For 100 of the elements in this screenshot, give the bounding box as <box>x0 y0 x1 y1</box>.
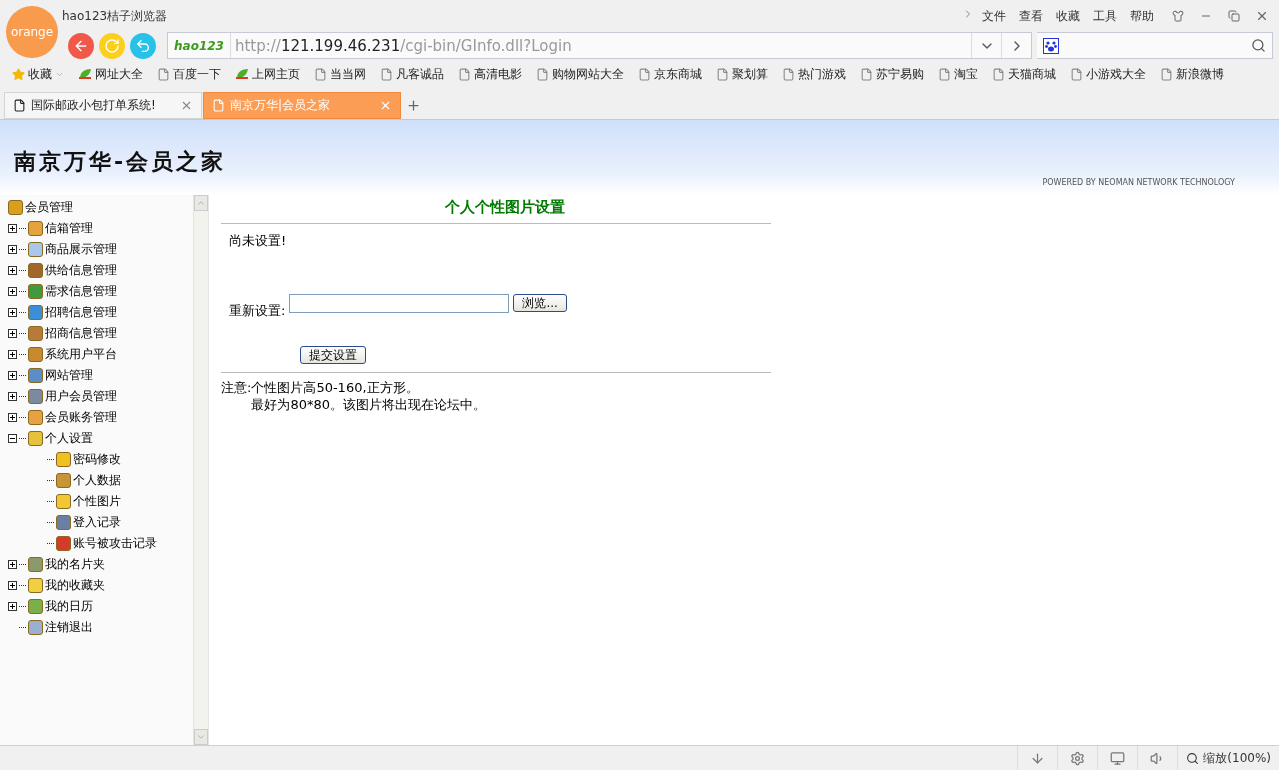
menu-item[interactable]: 帮助 <box>1130 8 1154 25</box>
browse-button[interactable]: 浏览... <box>513 294 567 312</box>
menu-item-icon <box>56 515 71 530</box>
chevron-up-icon <box>196 198 206 208</box>
tree-item[interactable]: 供给信息管理 <box>45 262 117 279</box>
tree-item[interactable]: 系统用户平台 <box>45 346 117 363</box>
tree-item[interactable]: 个人设置 <box>45 430 93 447</box>
menu-item-icon <box>8 200 23 215</box>
tree-item[interactable]: 用户会员管理 <box>45 388 117 405</box>
bookmark-link[interactable]: 淘宝 <box>938 65 978 83</box>
url-text: http://121.199.46.231/cgi-bin/GInfo.dll?Login <box>233 36 573 55</box>
expand-icon[interactable] <box>8 602 17 611</box>
page-icon <box>380 67 393 81</box>
tree-item[interactable]: 个人数据 <box>73 472 121 489</box>
page-icon <box>157 67 170 81</box>
app-title: hao123桔子浏览器 <box>62 8 169 25</box>
tree-item[interactable]: 我的日历 <box>45 598 93 615</box>
tree-item[interactable]: 会员账务管理 <box>45 409 117 426</box>
note-text: 个性图片高50-160,正方形。 <box>251 379 420 396</box>
page-icon <box>314 67 327 81</box>
menu-item-icon <box>28 368 43 383</box>
tree-item[interactable]: 个性图片 <box>73 493 121 510</box>
menu-item-icon <box>56 452 71 467</box>
tree-item[interactable]: 信箱管理 <box>45 220 93 237</box>
collapse-icon[interactable] <box>8 434 17 443</box>
expand-icon[interactable] <box>8 560 17 569</box>
tree-item[interactable]: 登入记录 <box>73 514 121 531</box>
page-icon <box>938 67 951 81</box>
page-heading: 个人个性图片设置 <box>221 195 771 224</box>
bookmark-link[interactable]: 小游戏大全 <box>1070 65 1146 83</box>
expand-icon[interactable] <box>8 287 17 296</box>
bookmark-link[interactable]: 新浪微博 <box>1160 65 1224 83</box>
tree-item[interactable]: 我的收藏夹 <box>45 577 105 594</box>
expand-icon[interactable] <box>8 350 17 359</box>
bookmark-link[interactable]: 京东商城 <box>638 65 702 83</box>
bookmark-link[interactable]: 凡客诚品 <box>380 65 444 83</box>
bookmark-link[interactable]: 热门游戏 <box>782 65 846 83</box>
page-icon <box>1070 67 1083 81</box>
tree-item[interactable]: 我的名片夹 <box>45 556 105 573</box>
page-icon <box>716 67 729 81</box>
submit-button[interactable]: 提交设置 <box>300 346 366 364</box>
search-icon[interactable] <box>1251 38 1266 54</box>
menu-item-icon <box>56 494 71 509</box>
expand-icon[interactable] <box>8 224 17 233</box>
expand-icon[interactable] <box>8 329 17 338</box>
page-icon <box>782 67 795 81</box>
expand-icon[interactable] <box>8 245 17 254</box>
bookmark-link[interactable]: 上网主页 <box>235 65 300 83</box>
tree-item[interactable]: 账号被攻击记录 <box>73 535 157 552</box>
menu-item-icon <box>28 326 43 341</box>
menu-item-icon <box>28 620 43 635</box>
browser-tab[interactable]: 国际邮政小包打单系统! <box>4 92 202 119</box>
menu-item-icon <box>56 473 71 488</box>
close-icon[interactable] <box>180 99 193 112</box>
paw-icon[interactable] <box>1043 37 1059 54</box>
expand-icon[interactable] <box>8 308 17 317</box>
menu-item[interactable]: 收藏 <box>1056 8 1080 25</box>
menu-item-icon <box>28 284 43 299</box>
tree-root[interactable]: 会员管理 <box>25 199 73 216</box>
tree-item[interactable]: 网站管理 <box>45 367 93 384</box>
bookmark-link[interactable]: 苏宁易购 <box>860 65 924 83</box>
menu-item-icon <box>28 389 43 404</box>
chevron-down-icon <box>196 732 206 742</box>
bookmark-link[interactable]: 聚划算 <box>716 65 768 83</box>
menu-item-icon <box>28 347 43 362</box>
file-field[interactable] <box>289 294 510 313</box>
favorites-menu[interactable]: 收藏 <box>12 65 64 83</box>
menu-item-icon <box>28 305 43 320</box>
menu-item-icon <box>28 221 43 236</box>
bookmark-link[interactable]: 高清电影 <box>458 65 522 83</box>
expand-icon[interactable] <box>8 371 17 380</box>
tree-item[interactable]: 招聘信息管理 <box>45 304 117 321</box>
expand-icon[interactable] <box>8 581 17 590</box>
expand-icon[interactable] <box>8 266 17 275</box>
search-field[interactable] <box>1037 32 1273 60</box>
back-button[interactable] <box>68 32 94 59</box>
menu-item[interactable]: 文件 <box>982 8 1006 25</box>
page-icon <box>13 99 26 112</box>
tree-item[interactable]: 密码修改 <box>73 451 121 468</box>
menu-item-icon <box>28 578 43 593</box>
note-text: 最好为80*80。该图片将出现在论坛中。 <box>251 396 487 413</box>
bookmark-link[interactable]: 天猫商城 <box>992 65 1056 83</box>
field-label: 重新设置: <box>229 302 286 320</box>
tree-item[interactable]: 招商信息管理 <box>45 325 117 342</box>
tree-item[interactable]: 商品展示管理 <box>45 241 117 258</box>
tree-item[interactable]: 需求信息管理 <box>45 283 117 300</box>
expand-icon[interactable] <box>8 392 17 401</box>
star-icon <box>12 67 25 81</box>
bookmark-link[interactable]: 百度一下 <box>157 65 221 83</box>
tree-item[interactable]: 注销退出 <box>45 619 93 636</box>
zoom-control[interactable]: 缩放(100%) <box>1177 746 1279 770</box>
page-icon <box>860 67 873 81</box>
page-icon <box>992 67 1005 81</box>
bookmark-link[interactable]: 购物网站大全 <box>536 65 624 83</box>
menu-item[interactable]: 查看 <box>1019 8 1043 25</box>
note-label: 注意: <box>221 379 252 396</box>
menu-item[interactable]: 工具 <box>1093 8 1117 25</box>
bookmark-link[interactable]: 网址大全 <box>78 65 143 83</box>
expand-icon[interactable] <box>8 413 17 422</box>
bookmark-link[interactable]: 当当网 <box>314 65 366 83</box>
